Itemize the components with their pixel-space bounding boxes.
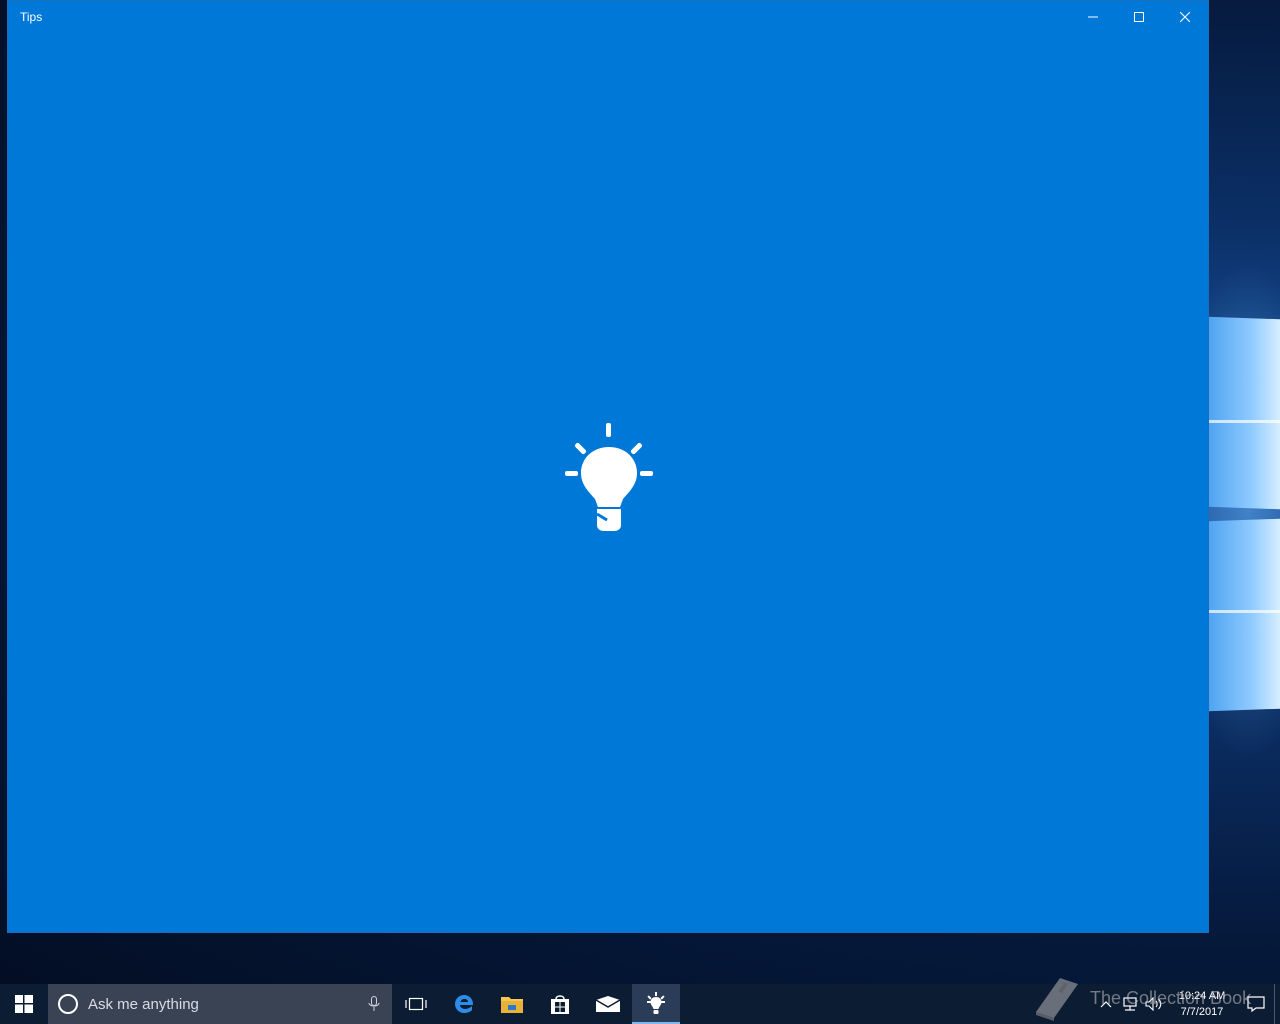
cortana-icon <box>58 994 78 1014</box>
system-tray: 10:24 AM 7/7/2017 <box>1094 984 1280 1024</box>
maximize-icon <box>1134 12 1144 22</box>
task-view-icon <box>405 997 427 1011</box>
desktop-wallpaper <box>1208 0 1280 984</box>
edge-button[interactable] <box>440 984 488 1024</box>
mail-button[interactable] <box>584 984 632 1024</box>
close-icon <box>1180 12 1190 22</box>
title-bar[interactable]: Tips <box>8 1 1208 33</box>
search-box[interactable]: Ask me anything <box>48 984 392 1024</box>
network-icon <box>1123 997 1137 1011</box>
volume-button[interactable] <box>1142 984 1166 1024</box>
microphone-icon <box>368 996 380 1011</box>
store-icon <box>551 995 569 1014</box>
taskbar-clock[interactable]: 10:24 AM 7/7/2017 <box>1172 988 1232 1020</box>
taskbar: Ask me anything 10:24 AM 7/7/2017 <box>0 984 1280 1024</box>
edge-icon <box>455 995 474 1013</box>
show-desktop-button[interactable] <box>1274 984 1280 1024</box>
file-explorer-button[interactable] <box>488 984 536 1024</box>
microphone-button[interactable] <box>356 984 392 1024</box>
window-title: Tips <box>20 10 43 24</box>
search-placeholder: Ask me anything <box>88 995 199 1013</box>
volume-icon <box>1145 997 1162 1011</box>
action-center-button[interactable] <box>1238 984 1274 1024</box>
tips-window: Tips <box>7 0 1209 933</box>
close-button[interactable] <box>1162 1 1208 33</box>
minimize-button[interactable] <box>1070 1 1116 33</box>
network-button[interactable] <box>1118 984 1142 1024</box>
tips-button[interactable] <box>632 984 680 1024</box>
store-button[interactable] <box>536 984 584 1024</box>
clock-date: 7/7/2017 <box>1180 1006 1224 1018</box>
file-explorer-icon <box>501 997 523 1013</box>
show-hidden-icons-button[interactable] <box>1094 984 1118 1024</box>
mail-icon <box>595 996 621 1012</box>
maximize-button[interactable] <box>1116 1 1162 33</box>
start-button[interactable] <box>0 984 48 1024</box>
notification-icon <box>1247 996 1265 1012</box>
lightbulb-icon <box>565 423 653 531</box>
tips-icon <box>647 992 665 1014</box>
task-view-button[interactable] <box>392 984 440 1024</box>
clock-time: 10:24 AM <box>1178 990 1226 1002</box>
minimize-icon <box>1088 16 1098 18</box>
windows-logo-icon <box>15 995 33 1013</box>
chevron-up-icon <box>1100 1001 1112 1008</box>
